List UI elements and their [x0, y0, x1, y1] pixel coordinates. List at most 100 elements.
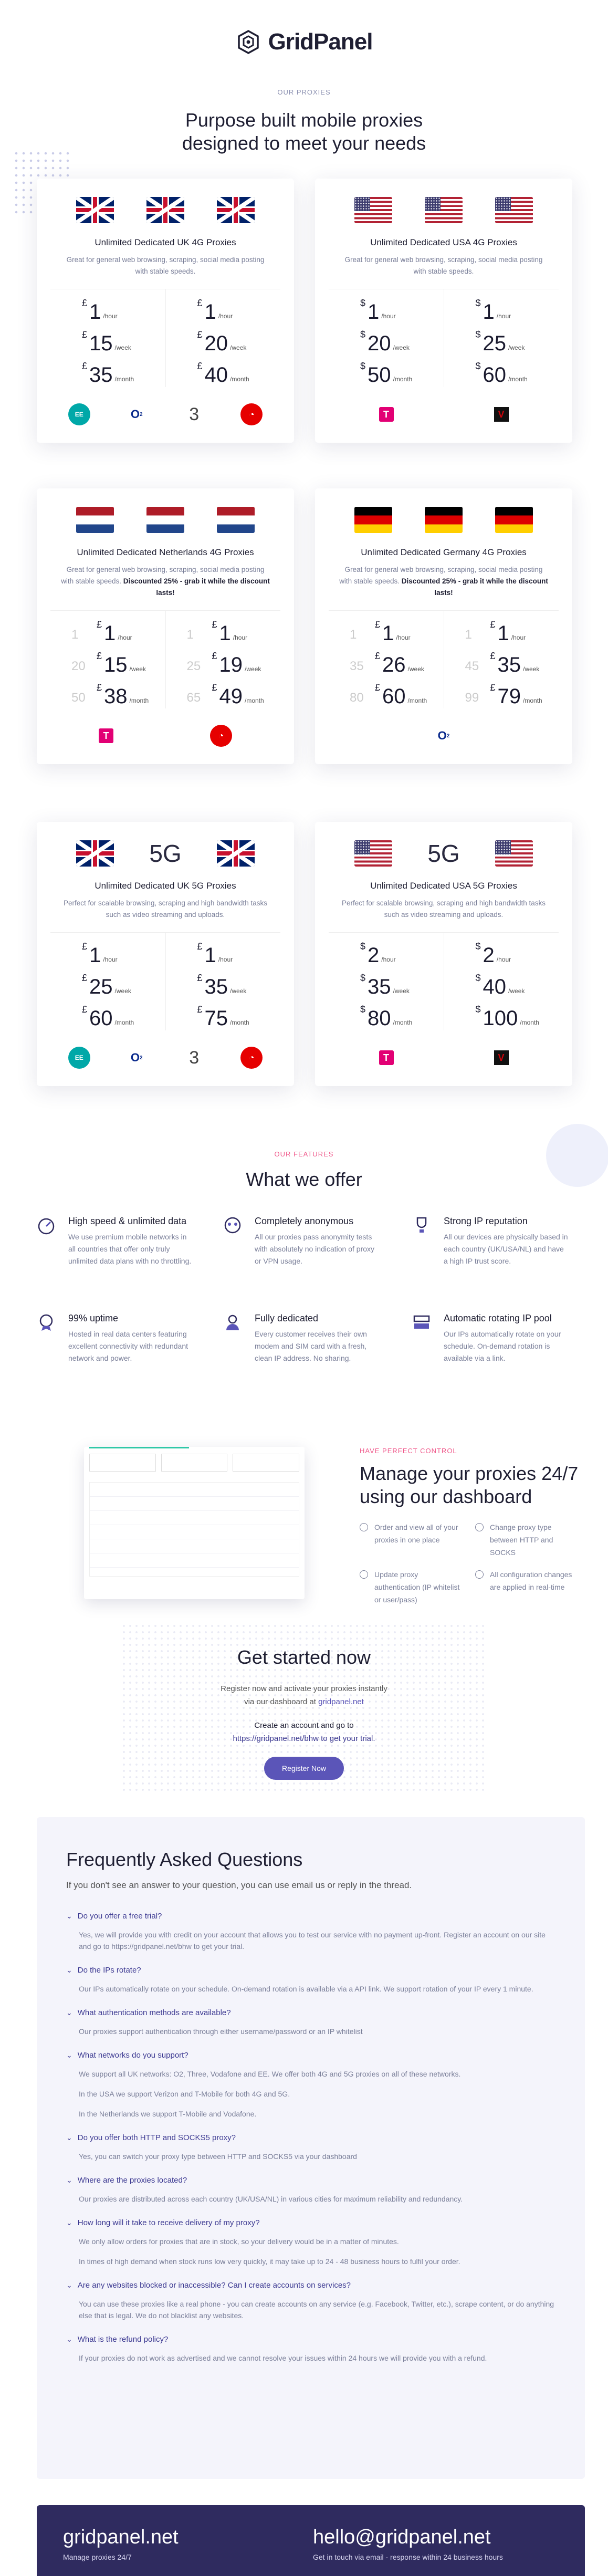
footer: gridpanel.net Manage proxies 24/7 hello@…: [37, 2505, 585, 2576]
faq-answer: Our proxies are distributed across each …: [79, 2195, 463, 2203]
price-hour: 1: [204, 300, 216, 324]
uk-flag-icon: [217, 197, 255, 223]
old-price: 1: [350, 628, 357, 642]
price-column[interactable]: £1/hour £20/week £40/month: [165, 289, 281, 387]
badge-icon: [39, 1314, 53, 1331]
price-column[interactable]: $1/hour $25/week $60/month: [443, 289, 559, 387]
vodafone-logo-icon: ◔: [210, 725, 232, 747]
price-column[interactable]: 1 £1/hour 20 £15/week 50 £38/month: [50, 611, 165, 708]
price-column[interactable]: $1/hour $20/week $50/month: [329, 289, 444, 387]
check-icon: [475, 1570, 484, 1579]
footer-email-link[interactable]: hello@gridpanel.net: [313, 2526, 503, 2549]
old-price: 45: [465, 659, 479, 673]
card-uk-5g: 5G Unlimited Dedicated UK 5G Proxies Per…: [37, 822, 294, 1086]
get-started-section: Get started now Register now and activat…: [0, 1646, 608, 1780]
germany-flag-icon: [495, 507, 533, 533]
footer-site-link[interactable]: gridpanel.net: [63, 2526, 179, 2549]
feature-item: High speed & unlimited data We use premiu…: [37, 1216, 194, 1267]
5g-label: 5G: [149, 840, 182, 867]
card-description: Great for general web browsing, scraping…: [66, 256, 265, 275]
faq-section: Frequently Asked Questions If you don't …: [37, 1817, 585, 2479]
user-shield-icon: [226, 1315, 239, 1330]
gridpanel-logo-icon[interactable]: [236, 29, 261, 55]
faq-answer: We only allow orders for proxies that ar…: [79, 2237, 399, 2246]
price-month: 60: [483, 363, 507, 387]
price-column[interactable]: 1 £1/hour 35 £26/week 80 £60/month: [329, 611, 444, 708]
price-column[interactable]: 1 £1/hour 45 £35/week 99 £79/month: [443, 611, 559, 708]
price-column[interactable]: £1/hour £15/week £35/month: [50, 289, 165, 387]
price-column[interactable]: 1 £1/hour 25 £19/week 65 £49/month: [165, 611, 281, 708]
get-started-text: Register now and activate your proxies i…: [221, 1684, 387, 1706]
network-logos: T ◔: [50, 720, 280, 752]
t-mobile-logo-icon: T: [99, 728, 113, 743]
faq-question[interactable]: ⌄ Where are the proxies located?: [66, 2176, 555, 2185]
card-germany-4g: Unlimited Dedicated Germany 4G Proxies G…: [315, 488, 572, 764]
brand-name[interactable]: GridPanel: [268, 29, 373, 55]
dashboard-link[interactable]: gridpanel.net: [318, 1697, 364, 1706]
chevron-down-icon: ⌄: [66, 2133, 72, 2142]
usa-flag-icon: [354, 840, 392, 867]
o2-logo-icon: O2: [437, 729, 450, 742]
flags: [329, 195, 559, 225]
check-icon: [475, 1523, 484, 1531]
o2-logo-icon: O2: [130, 1051, 143, 1064]
faq-question[interactable]: ⌄ How long will it take to receive delive…: [66, 2218, 555, 2227]
card-uk-4g: Unlimited Dedicated UK 4G Proxies Great …: [37, 179, 294, 443]
price-table: $1/hour $20/week $50/month $1/hour $25/w…: [329, 289, 559, 387]
chevron-down-icon: ⌄: [66, 2176, 72, 2184]
register-now-button[interactable]: Register Now: [264, 1757, 344, 1780]
card-description: Perfect for scalable browsing, scraping …: [342, 899, 546, 919]
usa-flag-icon: [495, 197, 533, 223]
manage-bullet: Change proxy type between HTTP and SOCKS: [475, 1521, 580, 1559]
faq-answer: Our IPs automatically rotate on your sch…: [79, 1985, 533, 1993]
faq-question[interactable]: ⌄ Are any websites blocked or inaccessibl…: [66, 2281, 555, 2290]
card-description: Great for general web browsing, scraping…: [344, 256, 543, 275]
features-header: OUR FEATURES What we offer: [0, 1150, 608, 1191]
price-column[interactable]: £1/hour £35/week £75/month: [165, 933, 281, 1030]
footer-email: hello@gridpanel.net Get in touch via ema…: [313, 2526, 503, 2561]
faq-question[interactable]: ⌄ What is the refund policy?: [66, 2335, 555, 2344]
check-icon: [360, 1570, 368, 1579]
faq-answer: Yes, we will provide you with credit on …: [79, 1931, 546, 1951]
card-usa-4g: Unlimited Dedicated USA 4G Proxies Great…: [315, 179, 572, 443]
feature-item: 99% uptime Hosted in real data centers fe…: [37, 1313, 194, 1364]
price-hour: 1: [368, 300, 380, 324]
price-column[interactable]: $2/hour $35/week $80/month: [329, 933, 444, 1030]
price-column[interactable]: $2/hour $40/week $100/month: [443, 933, 559, 1030]
proxies-header: OUR PROXIES Purpose built mobile proxies…: [0, 88, 608, 155]
faq-question[interactable]: ⌄ What networks do you support?: [66, 2051, 555, 2060]
faq-question[interactable]: ⌄ Do the IPs rotate?: [66, 1966, 555, 1975]
trial-link[interactable]: https://gridpanel.net/bhw to get your tr…: [233, 1734, 375, 1743]
vodafone-logo-icon: ◔: [240, 403, 263, 425]
netherlands-flag-icon: [76, 507, 114, 533]
price-column[interactable]: £1/hour £25/week £60/month: [50, 933, 165, 1030]
netherlands-flag-icon: [146, 507, 184, 533]
faq-question[interactable]: ⌄ What authentication methods are availab…: [66, 2008, 555, 2017]
old-price: 99: [465, 691, 479, 705]
network-logos: EE O2 3 ◔: [50, 399, 280, 430]
flags: 5G: [329, 839, 559, 868]
cards-row-3: 5G Unlimited Dedicated UK 5G Proxies Per…: [37, 822, 572, 1086]
chevron-down-icon: ⌄: [66, 1912, 72, 1920]
card-title: Unlimited Dedicated Germany 4G Proxies: [361, 547, 527, 557]
price-month: 35: [89, 363, 113, 387]
speedometer-icon: [38, 1218, 55, 1235]
header: GridPanel: [0, 0, 608, 84]
features-eyebrow: OUR FEATURES: [274, 1150, 334, 1158]
verizon-logo-icon: V: [494, 1050, 509, 1065]
faq-answer: In the USA we support Verizon and T-Mobi…: [79, 2090, 290, 2098]
manage-bullets: Order and view all of your proxies in on…: [360, 1521, 580, 1606]
old-price: 1: [71, 628, 79, 642]
price-table: $2/hour $35/week $80/month $2/hour $40/w…: [329, 932, 559, 1030]
faq-title: Frequently Asked Questions: [66, 1849, 303, 1870]
manage-section: HAVE PERFECT CONTROL Manage your proxies…: [360, 1447, 580, 1606]
feature-item: Strong IP reputation All our devices are …: [412, 1216, 570, 1267]
faq-question[interactable]: ⌄ Do you offer both HTTP and SOCKS5 proxy…: [66, 2133, 555, 2142]
uk-flag-icon: [146, 197, 184, 223]
price-month: 40: [204, 363, 228, 387]
chevron-down-icon: ⌄: [66, 2281, 72, 2289]
check-icon: [360, 1523, 368, 1531]
ee-logo-icon: EE: [68, 1047, 90, 1069]
faq-question[interactable]: ⌄ Do you offer a free trial?: [66, 1912, 555, 1921]
old-price: 35: [350, 659, 364, 673]
